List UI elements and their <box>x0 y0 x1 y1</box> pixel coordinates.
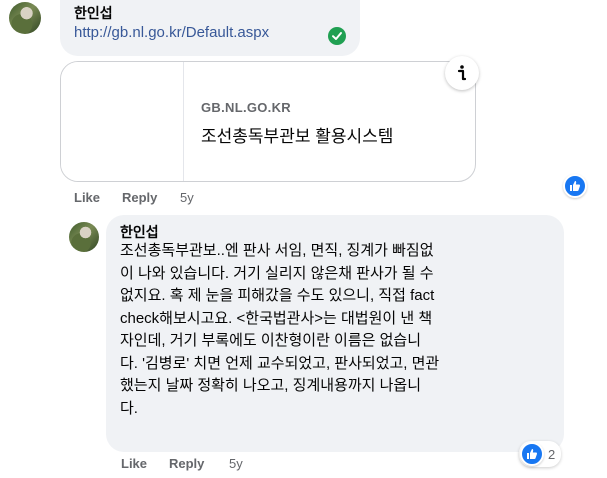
reply-button[interactable]: Reply <box>122 190 157 205</box>
reaction-count: 2 <box>548 446 556 462</box>
comment-timestamp[interactable]: 5y <box>180 190 194 205</box>
like-button[interactable]: Like <box>121 456 147 471</box>
avatar[interactable] <box>9 2 41 34</box>
reaction-count-badge[interactable]: 2 <box>519 441 562 467</box>
comment-bubble: 한인섭 http://gb.nl.go.kr/Default.aspx <box>60 0 360 56</box>
verified-check-icon <box>328 27 346 45</box>
like-reaction-icon <box>520 442 544 466</box>
like-reaction-icon[interactable] <box>563 174 587 198</box>
like-button[interactable]: Like <box>74 190 100 205</box>
avatar[interactable] <box>69 222 99 252</box>
comment-bubble: 한인섭 조선총독부관보..엔 판사 서임, 면직, 징계가 빠짐없 이 나와 있… <box>106 215 564 452</box>
link-preview-title: 조선총독부관보 활용시스템 <box>201 127 394 146</box>
info-icon <box>457 65 467 81</box>
comment-author[interactable]: 한인섭 <box>74 3 113 23</box>
comment-author[interactable]: 한인섭 <box>120 222 159 242</box>
comment-text: 조선총독부관보..엔 판사 서임, 면직, 징계가 빠짐없 이 나와 있습니다.… <box>120 242 440 417</box>
link-preview-thumbnail <box>61 62 184 181</box>
link-preview-card[interactable]: GB.NL.GO.KR 조선총독부관보 활용시스템 <box>60 61 476 182</box>
link-preview-domain: GB.NL.GO.KR <box>201 100 291 115</box>
comment-timestamp[interactable]: 5y <box>229 456 243 471</box>
info-button[interactable] <box>445 56 479 90</box>
comment-link[interactable]: http://gb.nl.go.kr/Default.aspx <box>74 24 269 41</box>
reply-button[interactable]: Reply <box>169 456 204 471</box>
